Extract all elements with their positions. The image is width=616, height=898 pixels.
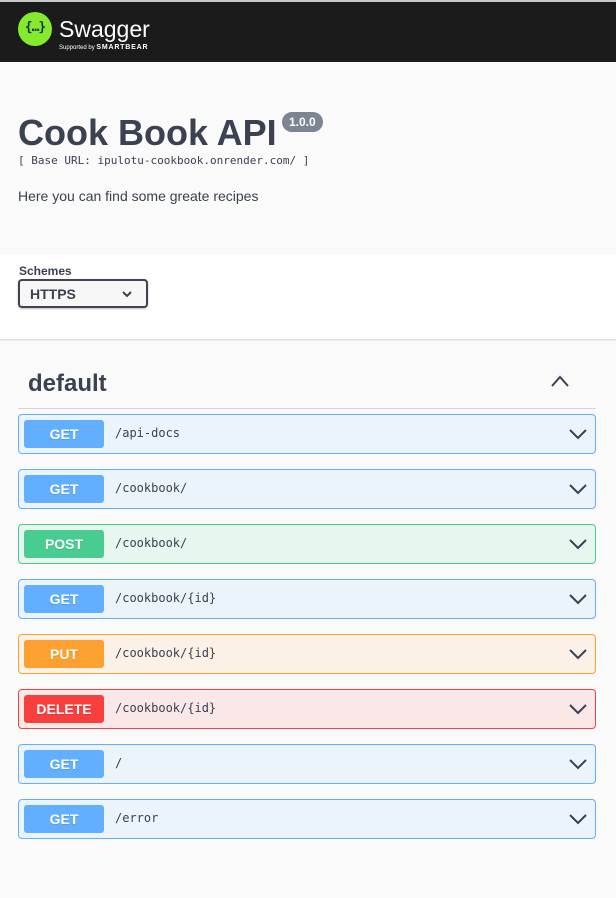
tag-header-default[interactable]: default (18, 360, 596, 409)
method-badge: GET (24, 750, 104, 778)
operation-path: /cookbook/{id} (115, 591, 217, 605)
method-badge: GET (24, 805, 104, 833)
operation-block[interactable]: PUT /cookbook/{id} (18, 634, 596, 674)
chevron-down-icon[interactable] (569, 704, 587, 715)
supported-by: Supported by SMARTBEAR (59, 44, 148, 51)
method-badge: GET (24, 585, 104, 613)
operation-path: /api-docs (115, 426, 181, 440)
chevron-down-icon[interactable] (569, 594, 587, 605)
schemes-section: Schemes HTTPS (0, 254, 616, 339)
method-badge: GET (24, 420, 104, 448)
chevron-down-icon[interactable] (569, 429, 587, 440)
schemes-label: Schemes (19, 264, 72, 278)
method-badge: PUT (24, 640, 104, 668)
api-description: Here you can find some greate recipes (18, 188, 259, 204)
supported-by-company: SMARTBEAR (96, 44, 149, 51)
method-badge: POST (24, 530, 104, 558)
operation-path: /cookbook/ (115, 481, 188, 495)
operation-block[interactable]: GET /api-docs (18, 414, 596, 454)
chevron-down-icon[interactable] (569, 484, 587, 495)
operation-path: /error (115, 811, 159, 825)
schemes-select[interactable]: HTTPS (18, 279, 148, 308)
chevron-down-icon[interactable] (569, 649, 587, 660)
operation-path: /cookbook/{id} (115, 646, 217, 660)
schemes-selected-value: HTTPS (30, 286, 76, 302)
logo-glyph: {…} (24, 20, 46, 35)
chevron-up-icon[interactable] (550, 374, 570, 388)
operation-block[interactable]: GET /cookbook/{id} (18, 579, 596, 619)
tag-name: default (28, 370, 107, 397)
method-badge: GET (24, 475, 104, 503)
chevron-down-icon (122, 291, 132, 298)
operation-path: /cookbook/{id} (115, 701, 217, 715)
topbar: {…} Swagger . Supported by SMARTBEAR (0, 0, 616, 62)
operation-block[interactable]: GET / (18, 744, 596, 784)
operation-path: /cookbook/ (115, 536, 188, 550)
operation-path: / (115, 756, 123, 770)
operation-block[interactable]: GET /cookbook/ (18, 469, 596, 509)
brand-name[interactable]: Swagger (59, 16, 150, 43)
operation-block[interactable]: DELETE /cookbook/{id} (18, 689, 596, 729)
supported-by-prefix: Supported by (59, 45, 95, 51)
swagger-logo-icon[interactable]: {…} (18, 12, 52, 46)
chevron-down-icon[interactable] (569, 539, 587, 550)
chevron-down-icon[interactable] (569, 814, 587, 825)
version-badge: 1.0.0 (282, 112, 323, 132)
operation-block[interactable]: POST /cookbook/ (18, 524, 596, 564)
chevron-down-icon[interactable] (569, 759, 587, 770)
base-url: [ Base URL: ipulotu-cookbook.onrender.co… (18, 154, 310, 167)
operation-block[interactable]: GET /error (18, 799, 596, 839)
brand-trademark: . (141, 26, 143, 32)
method-badge: DELETE (24, 695, 104, 723)
page-title: Cook Book API (18, 112, 277, 153)
